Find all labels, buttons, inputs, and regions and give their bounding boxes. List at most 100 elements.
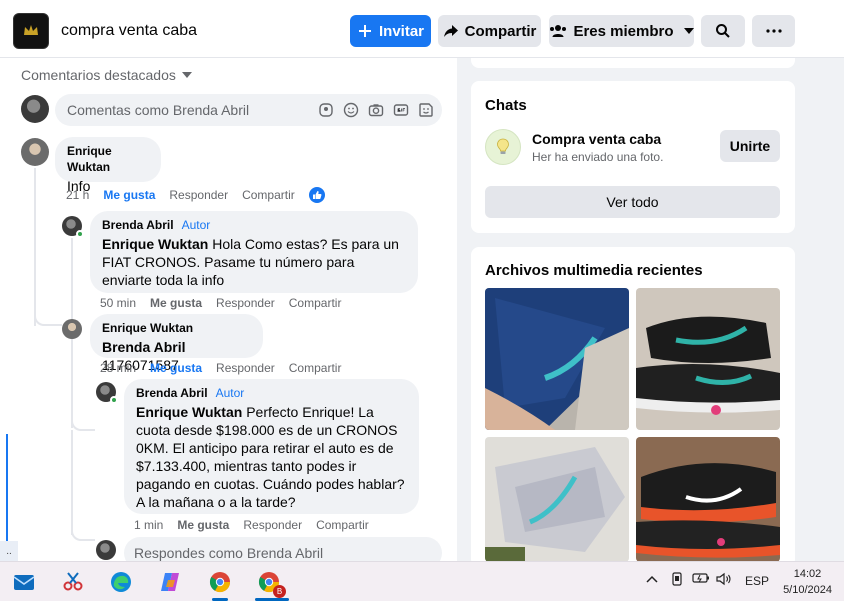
emoji-icon[interactable] (343, 102, 359, 118)
group-header: compra venta caba Invitar Compartir Eres… (0, 0, 844, 58)
device-icon[interactable] (670, 572, 684, 589)
copilot-icon[interactable] (157, 569, 183, 595)
avatar[interactable] (96, 540, 116, 560)
sticker-icon[interactable] (418, 102, 434, 118)
gif-icon[interactable] (393, 102, 409, 118)
media-card: Archivos multimedia recientes (471, 247, 795, 567)
comment-input[interactable]: Comentas como Brenda Abril (55, 94, 442, 126)
media-thumbnail[interactable] (636, 437, 780, 562)
author-badge: Autor (181, 218, 211, 232)
avatar[interactable] (62, 319, 82, 339)
membership-label: Eres miembro (573, 22, 674, 40)
see-all-label: Ver todo (606, 194, 659, 210)
chat-avatar[interactable] (485, 129, 521, 165)
group-avatar[interactable] (13, 13, 49, 49)
share-label: Compartir (464, 22, 537, 40)
share-comment-button[interactable]: Compartir (289, 296, 342, 310)
share-comment-button[interactable]: Compartir (316, 518, 369, 532)
crown-icon (24, 25, 38, 35)
media-thumbnail[interactable] (485, 288, 629, 430)
reply-input-placeholder: Respondes como Brenda Abril (134, 545, 324, 561)
plus-icon (358, 25, 371, 37)
chat-last-message: Her ha enviado una foto. (532, 150, 664, 164)
caret-down-icon (683, 28, 694, 34)
comment-time[interactable]: 21 h (66, 188, 89, 202)
camera-icon[interactable] (368, 102, 384, 118)
battery-icon[interactable] (692, 572, 710, 587)
ellipsis-icon (765, 29, 782, 33)
join-chat-button[interactable]: Unirte (720, 130, 780, 162)
author-badge: Autor (215, 386, 245, 400)
share-arrow-icon (443, 25, 458, 37)
comment-text: Enrique Wuktan Hola Como estas? Es para … (102, 235, 406, 289)
comment-author[interactable]: Enrique Wuktan (67, 143, 149, 175)
membership-button[interactable]: Eres miembro (549, 15, 694, 47)
mention-link[interactable]: Brenda Abril (102, 339, 186, 355)
volume-icon[interactable] (716, 572, 732, 589)
clock-time: 14:02 (793, 568, 822, 580)
more-options-button[interactable] (752, 15, 795, 47)
chevron-up-icon[interactable] (646, 572, 658, 586)
chrome-profile-icon[interactable] (207, 569, 233, 595)
avatar[interactable] (21, 138, 49, 166)
like-button[interactable]: Me gusta (150, 361, 202, 375)
avatar-sticker-icon[interactable] (318, 102, 334, 118)
comment-author-name[interactable]: Brenda Abril (136, 386, 208, 400)
chat-name[interactable]: Compra venta caba (532, 131, 661, 147)
like-button[interactable]: Me gusta (177, 518, 229, 532)
lightbulb-icon (497, 138, 509, 154)
mention-link[interactable]: Enrique Wuktan (136, 404, 242, 420)
reply-button[interactable]: Responder (169, 188, 228, 202)
avatar[interactable] (21, 95, 49, 123)
comment-sort-label: Comentarios destacados (21, 67, 176, 83)
reply-button[interactable]: Responder (216, 361, 275, 375)
collapse-handle[interactable]: .. (0, 541, 18, 561)
members-icon (550, 25, 567, 37)
comment-author: Brenda Abril Autor (102, 217, 406, 233)
media-thumbnail[interactable] (485, 437, 629, 562)
thread-connector (71, 523, 95, 541)
see-all-chats-button[interactable]: Ver todo (485, 186, 780, 218)
reply-input[interactable]: Respondes como Brenda Abril (124, 537, 442, 561)
online-status-dot (110, 396, 118, 404)
comment-actions: 21 h Me gusta Responder Compartir (66, 187, 325, 203)
share-comment-button[interactable]: Compartir (289, 361, 342, 375)
sneaker-photo (636, 437, 780, 562)
chrome-icon[interactable]: B (256, 569, 286, 598)
snipping-tool-icon[interactable] (60, 569, 86, 595)
sneaker-photo (485, 288, 629, 430)
comment-time[interactable]: 50 min (100, 296, 136, 310)
share-comment-button[interactable]: Compartir (242, 188, 295, 202)
system-clock[interactable]: 14:02 5/10/2024 (783, 566, 832, 598)
thread-line (34, 168, 36, 326)
chats-card: Chats Compra venta caba Her ha enviado u… (471, 81, 795, 233)
invite-button[interactable]: Invitar (350, 15, 431, 47)
comment-time[interactable]: 1 min (134, 518, 163, 532)
caret-down-icon (181, 72, 192, 78)
comment-sort-dropdown[interactable]: Comentarios destacados (21, 67, 192, 83)
mail-icon[interactable] (11, 569, 37, 595)
reply-button[interactable]: Responder (243, 518, 302, 532)
comment-author[interactable]: Enrique Wuktan (102, 320, 251, 336)
search-icon (716, 24, 730, 38)
comment-bubble: Enrique Wuktan Info (55, 137, 161, 194)
mention-link[interactable]: Enrique Wuktan (102, 236, 208, 252)
comment-bubble: Enrique Wuktan Brenda Abril 1176071587 (90, 314, 263, 373)
edge-icon[interactable] (108, 569, 134, 595)
thread-connector (71, 413, 95, 431)
search-button[interactable] (701, 15, 745, 47)
thread-line (71, 430, 73, 535)
like-reaction-icon[interactable] (308, 187, 325, 203)
comment-time[interactable]: 28 min (100, 361, 136, 375)
like-button[interactable]: Me gusta (150, 296, 202, 310)
profile-badge: B (273, 585, 286, 598)
group-name[interactable]: compra venta caba (61, 22, 197, 40)
media-thumbnail[interactable] (636, 288, 780, 430)
share-button[interactable]: Compartir (438, 15, 541, 47)
input-language[interactable]: ESP (745, 574, 769, 588)
chats-title: Chats (485, 97, 527, 114)
composer-icons (318, 94, 434, 126)
reply-button[interactable]: Responder (216, 296, 275, 310)
comment-author-name[interactable]: Brenda Abril (102, 218, 174, 232)
like-button[interactable]: Me gusta (103, 188, 155, 202)
